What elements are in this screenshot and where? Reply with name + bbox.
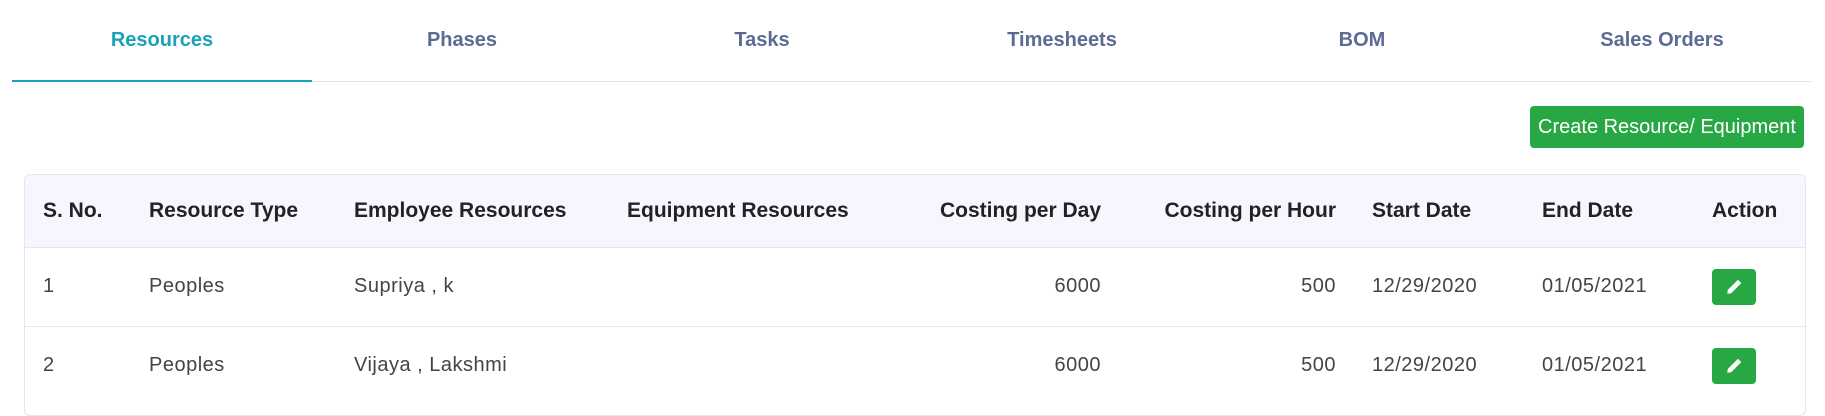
header-costing-per-day: Costing per Day [939,198,1101,222]
cell-end-date: 01/05/2021 [1542,275,1648,297]
cell-employee-resources: Vijaya , Lakshmi [354,354,508,377]
resources-table: S. No. Resource Type Employee Resources … [24,174,1806,416]
header-equipment-resources: Equipment Resources [627,198,849,222]
tab-timesheets[interactable]: Timesheets [912,0,1212,81]
edit-button[interactable] [1712,347,1756,384]
edit-button[interactable] [1712,268,1756,305]
header-sno: S. No. [43,198,103,222]
tab-phases[interactable]: Phases [312,0,612,81]
cell-costing-per-day: 6000 [1054,354,1101,377]
tab-bom[interactable]: BOM [1212,0,1512,81]
tab-resources[interactable]: Resources [12,0,312,82]
table-header-row: S. No. Resource Type Employee Resources … [25,175,1805,247]
cell-action [1694,247,1805,326]
cell-resource-type: Peoples [149,354,225,377]
cell-start-date: 12/29/2020 [1372,354,1478,377]
cell-costing-per-hour: 500 [1301,275,1336,297]
cell-end-date: 01/05/2021 [1542,354,1648,377]
table-row: 2 Peoples Vijaya , Lakshmi 6000 500 12/2… [25,326,1805,405]
cell-costing-per-hour: 500 [1301,354,1336,377]
cell-action [1694,326,1805,405]
header-start-date: Start Date [1372,198,1472,222]
tab-tasks[interactable]: Tasks [612,0,912,81]
cell-equipment-resources [609,247,859,326]
cell-equipment-resources [609,326,859,405]
pencil-icon [1727,358,1742,373]
header-end-date: End Date [1542,198,1634,222]
tab-bar: Resources Phases Tasks Timesheets BOM Sa… [12,0,1812,82]
pencil-icon [1727,279,1742,294]
cell-sno: 1 [43,275,55,297]
header-employee-resources: Employee Resources [354,198,567,222]
create-resource-button[interactable]: Create Resource/ Equipment [1530,106,1804,148]
header-resource-type: Resource Type [149,198,298,222]
cell-costing-per-day: 6000 [1054,275,1101,297]
cell-sno: 2 [43,354,55,377]
cell-resource-type: Peoples [149,275,225,297]
header-costing-per-hour: Costing per Hour [1164,198,1337,222]
header-action: Action [1712,198,1778,222]
table-row: 1 Peoples Supriya , k 6000 500 12/29/202… [25,247,1805,326]
cell-employee-resources: Supriya , k [354,275,454,297]
cell-start-date: 12/29/2020 [1372,275,1478,297]
tab-sales-orders[interactable]: Sales Orders [1512,0,1812,81]
